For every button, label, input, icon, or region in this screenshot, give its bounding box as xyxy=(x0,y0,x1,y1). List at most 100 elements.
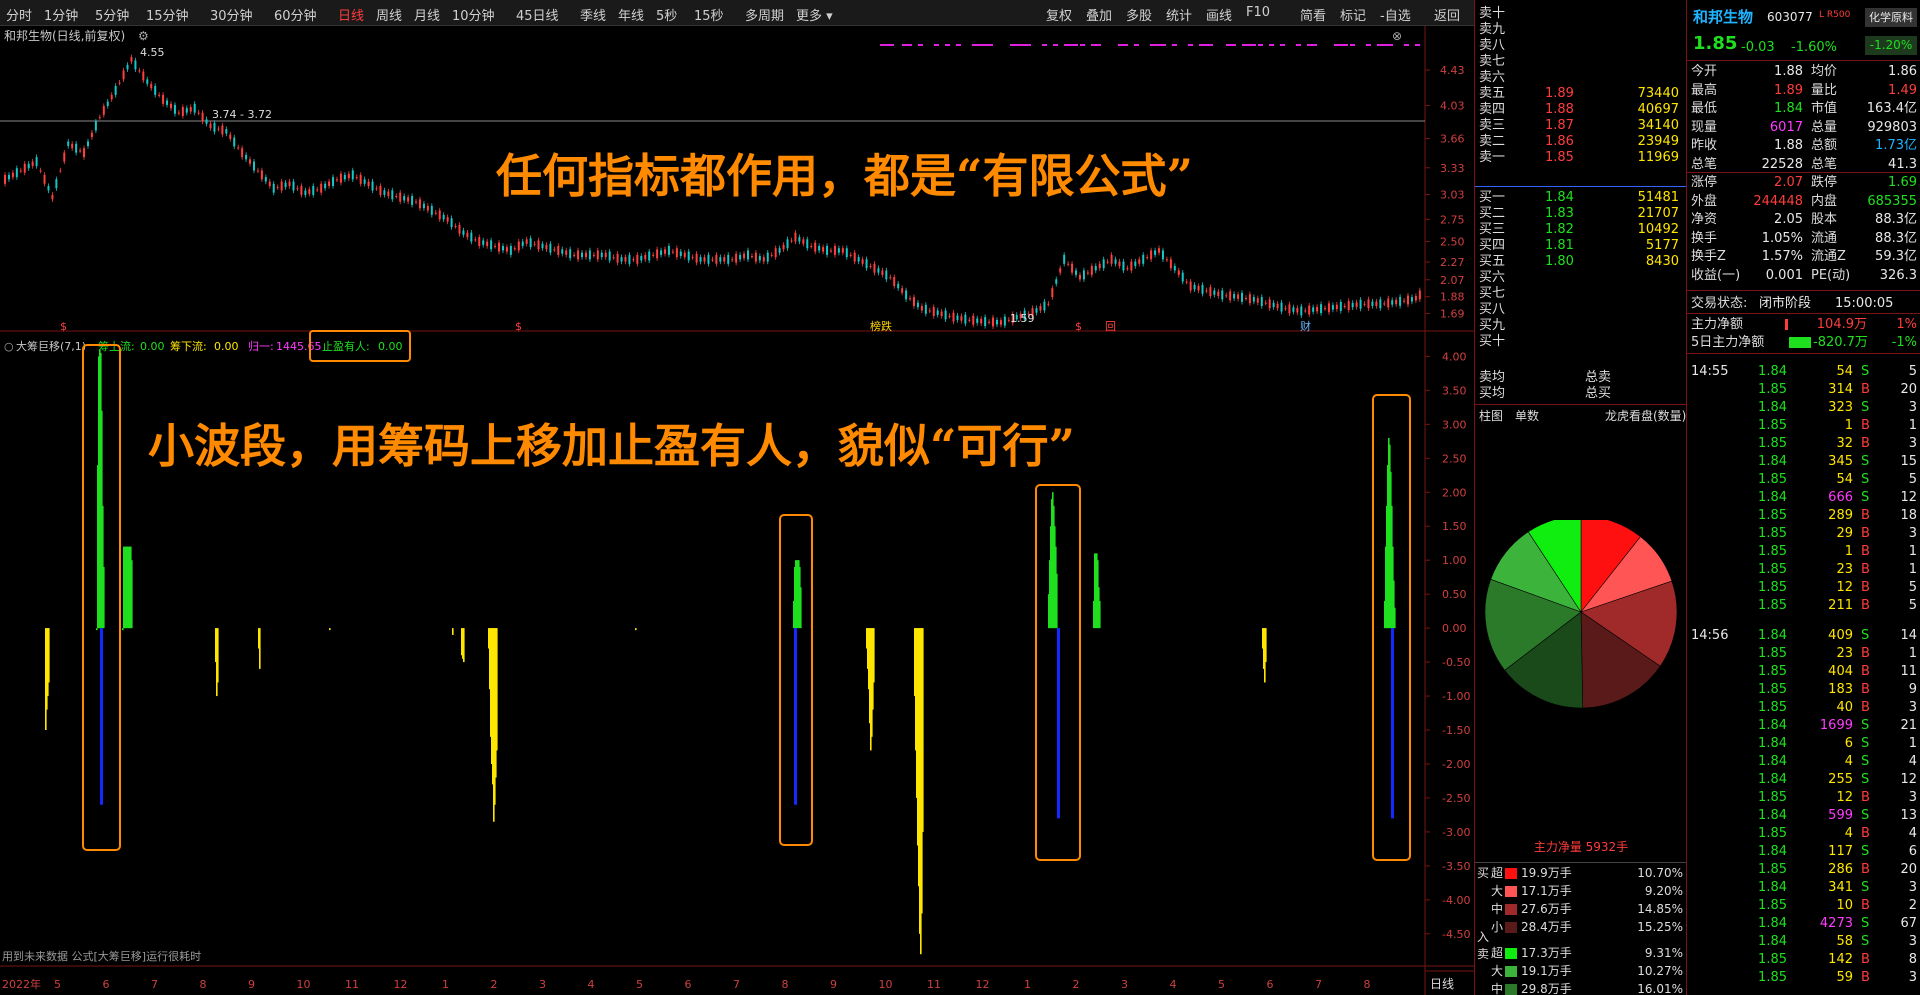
down-flow-bar xyxy=(496,628,498,751)
period-tab-5[interactable]: 60分钟 xyxy=(274,5,317,24)
tool-button-2[interactable]: 多股 xyxy=(1126,5,1152,24)
stat-label-6-a: 涨停 xyxy=(1691,175,1718,190)
tool-button-7[interactable]: 标记 xyxy=(1340,5,1366,24)
indicator-tick-12: -2.00 xyxy=(1442,758,1470,771)
stat-value-10-a: 1.57% xyxy=(1761,249,1803,264)
period-tab-7[interactable]: 周线 xyxy=(376,5,402,24)
period-tab-0[interactable]: 分时 xyxy=(6,5,32,24)
tick-side-33: B xyxy=(1861,970,1870,985)
period-tab-8[interactable]: 月线 xyxy=(414,5,440,24)
pie-caption: 主力净量 5932手 xyxy=(1533,840,1629,854)
stat-value-8-b: 88.3亿 xyxy=(1875,212,1917,227)
period-tab-12[interactable]: 年线 xyxy=(618,5,644,24)
period-toolbar: 分时 1分钟 5分钟 15分钟 30分钟 60分钟 日线 周线 月线 10分钟 45日线 季线 年线 5秒… xyxy=(0,0,1474,26)
low-price-label: 1.59 xyxy=(1010,312,1035,325)
tick-vol-19: 1699 xyxy=(1819,718,1853,733)
tick-price-10: 1.85 xyxy=(1758,544,1787,559)
bid-label-9: 买十 xyxy=(1479,334,1506,349)
tick-price-19: 1.84 xyxy=(1758,718,1787,733)
indicator-tick-15: -3.50 xyxy=(1442,860,1470,873)
time-tick-5: 9 xyxy=(248,978,255,991)
tick-count-26: 6 xyxy=(1908,844,1917,859)
stat-label-10-a: 换手Z xyxy=(1691,249,1726,264)
period-tab-11[interactable]: 季线 xyxy=(580,5,606,24)
flow-buy-label: 买 xyxy=(1477,866,1490,880)
stat-label-10-b: 流通Z xyxy=(1811,249,1846,264)
tick-price-22: 1.84 xyxy=(1758,772,1787,787)
tick-side-6: S xyxy=(1861,472,1870,487)
event-strip-mark xyxy=(1064,44,1078,46)
stat-label-4-b: 总额 xyxy=(1811,138,1838,153)
period-tab-10[interactable]: 45日线 xyxy=(516,5,559,24)
period-tab-1[interactable]: 1分钟 xyxy=(44,5,78,24)
tick-count-6: 5 xyxy=(1908,472,1917,487)
indicator-name: 大筹巨移(7,1) xyxy=(16,339,86,353)
event-strip-mark xyxy=(1242,44,1256,46)
up-flow-bar xyxy=(1056,573,1058,629)
stat-label-6-b: 跌停 xyxy=(1811,175,1838,190)
bid-price-9 xyxy=(1545,332,1595,351)
tool-button-6[interactable]: 简看 xyxy=(1300,5,1326,24)
stat-value-1-b: 1.49 xyxy=(1888,82,1917,98)
stock-code: 603077 xyxy=(1767,10,1813,24)
tick-price-1: 1.85 xyxy=(1758,382,1787,397)
tool-button-9[interactable]: 返回 xyxy=(1434,5,1460,24)
tool-button-8[interactable]: -自选 xyxy=(1380,5,1411,24)
price-tick-3: 3.33 xyxy=(1440,162,1465,175)
indicator-tick-5: 1.50 xyxy=(1442,520,1467,533)
tool-button-3[interactable]: 统计 xyxy=(1166,5,1192,24)
tick-side-1: B xyxy=(1861,382,1870,397)
indicator-tick-9: -0.50 xyxy=(1442,656,1470,669)
sector-label: 化学原料 xyxy=(1865,8,1917,27)
stat-value-0-a: 1.88 xyxy=(1774,64,1803,79)
indicator-headline: 小波段，用筹码上移加止盈有人，貌似“可行” xyxy=(148,419,1075,473)
tick-vol-31: 58 xyxy=(1836,934,1853,949)
tool-button-1[interactable]: 叠加 xyxy=(1086,5,1112,24)
up-flow-bar xyxy=(131,560,133,629)
flow-row-label-6: 中 xyxy=(1491,982,1504,995)
tick-vol-1: 314 xyxy=(1828,382,1853,397)
gear-icon[interactable]: ⚙ xyxy=(138,29,149,43)
period-tab-15[interactable]: 多周期 xyxy=(745,5,784,24)
quote-sep-2 xyxy=(1687,290,1920,291)
period-tab-4[interactable]: 30分钟 xyxy=(210,5,253,24)
event-strip-mark xyxy=(880,44,894,46)
tick-side-0: S xyxy=(1861,364,1870,379)
period-tab-3[interactable]: 15分钟 xyxy=(146,5,189,24)
tick-price-17: 1.85 xyxy=(1758,682,1787,697)
tick-price-14: 1.84 xyxy=(1758,628,1787,643)
main-flow-bar xyxy=(1785,319,1788,330)
tick-count-8: 18 xyxy=(1900,508,1917,523)
price-tick-7: 2.27 xyxy=(1440,256,1465,269)
stat-value-2-b: 163.4亿 xyxy=(1866,101,1917,116)
period-tab-16[interactable]: 更多 ▾ xyxy=(796,5,833,24)
period-tab-13[interactable]: 5秒 xyxy=(656,5,677,24)
time-tick-17: 9 xyxy=(830,978,837,991)
time-tick-12: 4 xyxy=(588,978,595,991)
period-tab-14[interactable]: 15秒 xyxy=(694,5,724,24)
formula-note: 用到未来数据 公式[大筹巨移]运行很耗时 xyxy=(2,949,201,963)
main-flow-pct: 1% xyxy=(1896,317,1917,332)
tick-side-25: B xyxy=(1861,826,1870,841)
period-tab-9[interactable]: 10分钟 xyxy=(452,5,495,24)
chart-tab-0[interactable]: 柱图 xyxy=(1479,407,1503,426)
stat-value-7-a: 244448 xyxy=(1753,193,1803,209)
period-tab-2[interactable]: 5分钟 xyxy=(95,5,129,24)
tick-count-3: 1 xyxy=(1908,418,1917,433)
tick-vol-32: 142 xyxy=(1828,952,1853,967)
chart-tab-1[interactable]: 单数 xyxy=(1515,407,1539,426)
tool-button-4[interactable]: 画线 xyxy=(1206,5,1232,24)
tool-button-5[interactable]: F10 xyxy=(1246,5,1270,20)
event-strip-mark xyxy=(907,44,912,46)
stat-label-0-a: 今开 xyxy=(1691,64,1718,79)
time-tick-23: 3 xyxy=(1121,978,1128,991)
tick-vol-12: 12 xyxy=(1836,580,1853,595)
tick-price-12: 1.85 xyxy=(1758,580,1787,595)
event-strip-mark xyxy=(1258,44,1263,46)
norm-label: 归一: xyxy=(248,339,274,353)
indicator-tick-0: 4.00 xyxy=(1442,350,1467,363)
period-tab-6[interactable]: 日线 xyxy=(338,5,364,24)
time-tick-22: 2 xyxy=(1073,978,1080,991)
indicator-tick-2: 3.00 xyxy=(1442,418,1467,431)
tool-button-0[interactable]: 复权 xyxy=(1046,5,1072,24)
